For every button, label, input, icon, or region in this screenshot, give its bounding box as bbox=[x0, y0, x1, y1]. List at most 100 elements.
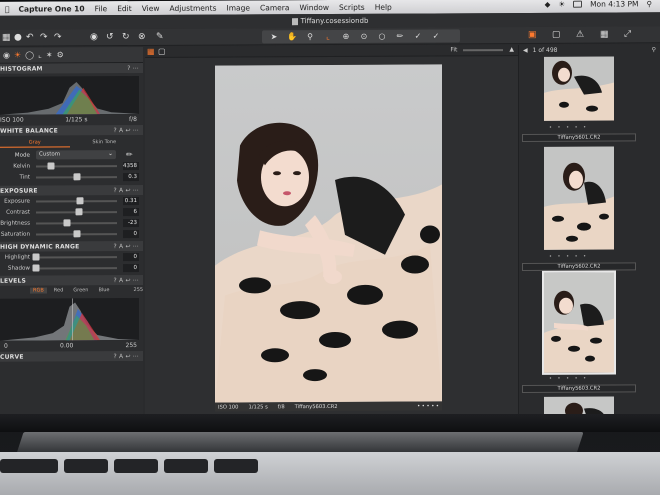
user-icon[interactable]: ● bbox=[14, 32, 22, 44]
exposure-slider-knob[interactable] bbox=[73, 229, 80, 237]
thumbnail-1-stars[interactable]: • • • • • bbox=[549, 125, 588, 131]
tab-skin-tone[interactable]: Skin Tone bbox=[70, 137, 140, 147]
picker-tool-icon[interactable]: ✓ bbox=[411, 31, 425, 42]
layout-icon[interactable]: ▣ bbox=[528, 29, 537, 41]
hdr-slider-knob[interactable] bbox=[32, 264, 40, 272]
reset-icon[interactable]: ⊗ bbox=[138, 31, 146, 43]
menu-app-name[interactable]: Capture One 10 bbox=[15, 4, 90, 13]
annotate-tool-icon[interactable]: ✓ bbox=[429, 30, 443, 41]
crop-tool-icon[interactable]: ⌞ bbox=[321, 31, 335, 42]
browser-prev-icon[interactable]: ◀ bbox=[523, 47, 528, 54]
zoom-fit-label[interactable]: Fit bbox=[450, 46, 457, 53]
camera-icon[interactable]: ◉ bbox=[90, 31, 98, 43]
zoom-in-icon[interactable]: ▲ bbox=[509, 46, 514, 53]
import-icon[interactable]: ▦ bbox=[2, 32, 11, 44]
levels-histogram[interactable] bbox=[0, 298, 139, 341]
spot-tool-icon[interactable]: ○ bbox=[375, 31, 389, 42]
tab-green[interactable]: Green bbox=[70, 287, 91, 293]
curve-header[interactable]: CURVE ? A ↩ ⋯ bbox=[0, 350, 143, 362]
edit-icon[interactable]: ✎ bbox=[156, 31, 164, 43]
tab-lens-icon[interactable]: ◯ bbox=[25, 51, 34, 60]
exposure-slider[interactable] bbox=[36, 218, 117, 226]
undo-icon[interactable]: ↶ bbox=[26, 32, 34, 44]
expand-icon[interactable]: ⤢ bbox=[624, 28, 631, 40]
tab-gray[interactable]: Gray bbox=[0, 137, 70, 148]
menu-clock[interactable]: Mon 4:13 PM bbox=[590, 0, 638, 9]
main-photo[interactable] bbox=[215, 64, 442, 403]
section-options-icon[interactable]: ? A ↩ ⋯ bbox=[114, 187, 139, 194]
exposure-value-field[interactable]: -23 bbox=[123, 218, 139, 227]
thumbnail-3-caption[interactable]: Tiffany5603.CR2 bbox=[522, 384, 636, 393]
exposure-slider-knob[interactable] bbox=[76, 196, 84, 204]
brush-tool-icon[interactable]: ✏ bbox=[393, 31, 407, 42]
menu-adjustments[interactable]: Adjustments bbox=[165, 3, 222, 12]
zoom-tool-icon[interactable]: ⚲ bbox=[303, 31, 317, 42]
hdr-slider-knob[interactable] bbox=[32, 253, 40, 261]
keystone-tool-icon[interactable]: ⊙ bbox=[357, 31, 371, 42]
menu-window[interactable]: Window bbox=[294, 2, 334, 12]
hdr-value-field[interactable]: 0 bbox=[123, 252, 139, 261]
tab-crop-icon[interactable]: ⌞ bbox=[38, 51, 42, 60]
exposure-value-field[interactable]: 0 bbox=[123, 229, 139, 238]
exposure-value-field[interactable]: 6 bbox=[123, 207, 139, 216]
wb-value-field[interactable]: 0.3 bbox=[123, 172, 139, 181]
battery-icon[interactable] bbox=[573, 0, 583, 8]
warning-icon[interactable]: ⚠ bbox=[576, 29, 584, 41]
thumbnail-1[interactable] bbox=[544, 56, 614, 121]
zoom-slider[interactable] bbox=[463, 48, 504, 51]
section-options-icon[interactable]: ? A ↩ ⋯ bbox=[114, 277, 139, 284]
exposure-slider-knob[interactable] bbox=[63, 218, 71, 226]
compare-icon[interactable]: ▢ bbox=[552, 29, 561, 41]
menu-image[interactable]: Image bbox=[222, 3, 256, 12]
menu-scripts[interactable]: Scripts bbox=[334, 2, 370, 11]
wb-slider[interactable] bbox=[36, 161, 117, 169]
tab-blue[interactable]: Blue bbox=[95, 287, 112, 293]
exposure-slider[interactable] bbox=[36, 207, 117, 215]
tab-library-icon[interactable]: ◉ bbox=[3, 51, 10, 60]
section-options-icon[interactable]: ? A ↩ ⋯ bbox=[114, 127, 139, 134]
wb-value-field[interactable]: 4358 bbox=[123, 161, 139, 170]
redo-alt-icon[interactable]: ↷ bbox=[54, 31, 62, 43]
thumbnail-1-caption[interactable]: Tiffany5601.CR2 bbox=[522, 133, 636, 142]
apple-icon[interactable]:  bbox=[0, 4, 15, 13]
redo-icon[interactable]: ↷ bbox=[40, 31, 48, 43]
tab-details-icon[interactable]: ✶ bbox=[46, 50, 53, 59]
straighten-tool-icon[interactable]: ⊕ bbox=[339, 31, 353, 42]
photo-rating-stars[interactable]: • • • • • bbox=[417, 403, 442, 409]
thumbnail-3[interactable] bbox=[542, 270, 616, 375]
pointer-tool-icon[interactable]: ➤ bbox=[267, 31, 281, 42]
section-options-icon[interactable]: ? ⋯ bbox=[127, 65, 139, 72]
exposure-slider[interactable] bbox=[36, 229, 117, 237]
histogram-header[interactable]: HISTOGRAM ? ⋯ bbox=[0, 62, 143, 74]
eyedropper-icon[interactable]: ✏ bbox=[126, 150, 133, 159]
menu-camera[interactable]: Camera bbox=[255, 3, 294, 12]
menu-view[interactable]: View bbox=[137, 3, 165, 12]
viewer-grid-icon[interactable]: ▦ bbox=[147, 47, 155, 56]
hdr-slider[interactable] bbox=[32, 253, 117, 261]
section-options-icon[interactable]: ? A ↩ ⋯ bbox=[114, 243, 139, 250]
rotate-right-icon[interactable]: ↻ bbox=[122, 31, 130, 43]
tab-red[interactable]: Red bbox=[51, 287, 67, 293]
section-options-icon[interactable]: ? A ↩ ⋯ bbox=[114, 353, 139, 360]
rotate-left-icon[interactable]: ↺ bbox=[106, 31, 114, 43]
dropbox-icon[interactable]: ◆ bbox=[545, 0, 551, 9]
thumbnail-3-stars[interactable]: • • • • • bbox=[549, 376, 588, 382]
browser-search-icon[interactable]: ⚲ bbox=[652, 46, 660, 53]
grid-icon[interactable]: ▦ bbox=[600, 29, 609, 41]
exposure-slider-knob[interactable] bbox=[75, 207, 83, 215]
menu-edit[interactable]: Edit bbox=[112, 4, 137, 13]
tab-color-icon[interactable]: ☀ bbox=[14, 51, 21, 60]
wb-slider-knob[interactable] bbox=[47, 161, 55, 169]
white-balance-header[interactable]: WHITE BALANCE ? A ↩ ⋯ bbox=[0, 124, 143, 136]
wifi-icon[interactable]: ☀ bbox=[558, 0, 565, 9]
tab-rgb[interactable]: RGB bbox=[30, 287, 47, 294]
exposure-value-field[interactable]: 0.31 bbox=[123, 196, 139, 205]
levels-mid[interactable]: 0.00 bbox=[60, 342, 73, 349]
menu-help[interactable]: Help bbox=[370, 2, 397, 11]
wb-slider[interactable] bbox=[36, 172, 117, 180]
tab-settings-icon[interactable]: ⚙ bbox=[57, 50, 64, 59]
menu-file[interactable]: File bbox=[90, 4, 113, 13]
thumbnail-2[interactable] bbox=[544, 146, 614, 250]
thumbnail-2-caption[interactable]: Tiffany5602.CR2 bbox=[522, 262, 636, 271]
exposure-slider[interactable] bbox=[36, 196, 117, 204]
